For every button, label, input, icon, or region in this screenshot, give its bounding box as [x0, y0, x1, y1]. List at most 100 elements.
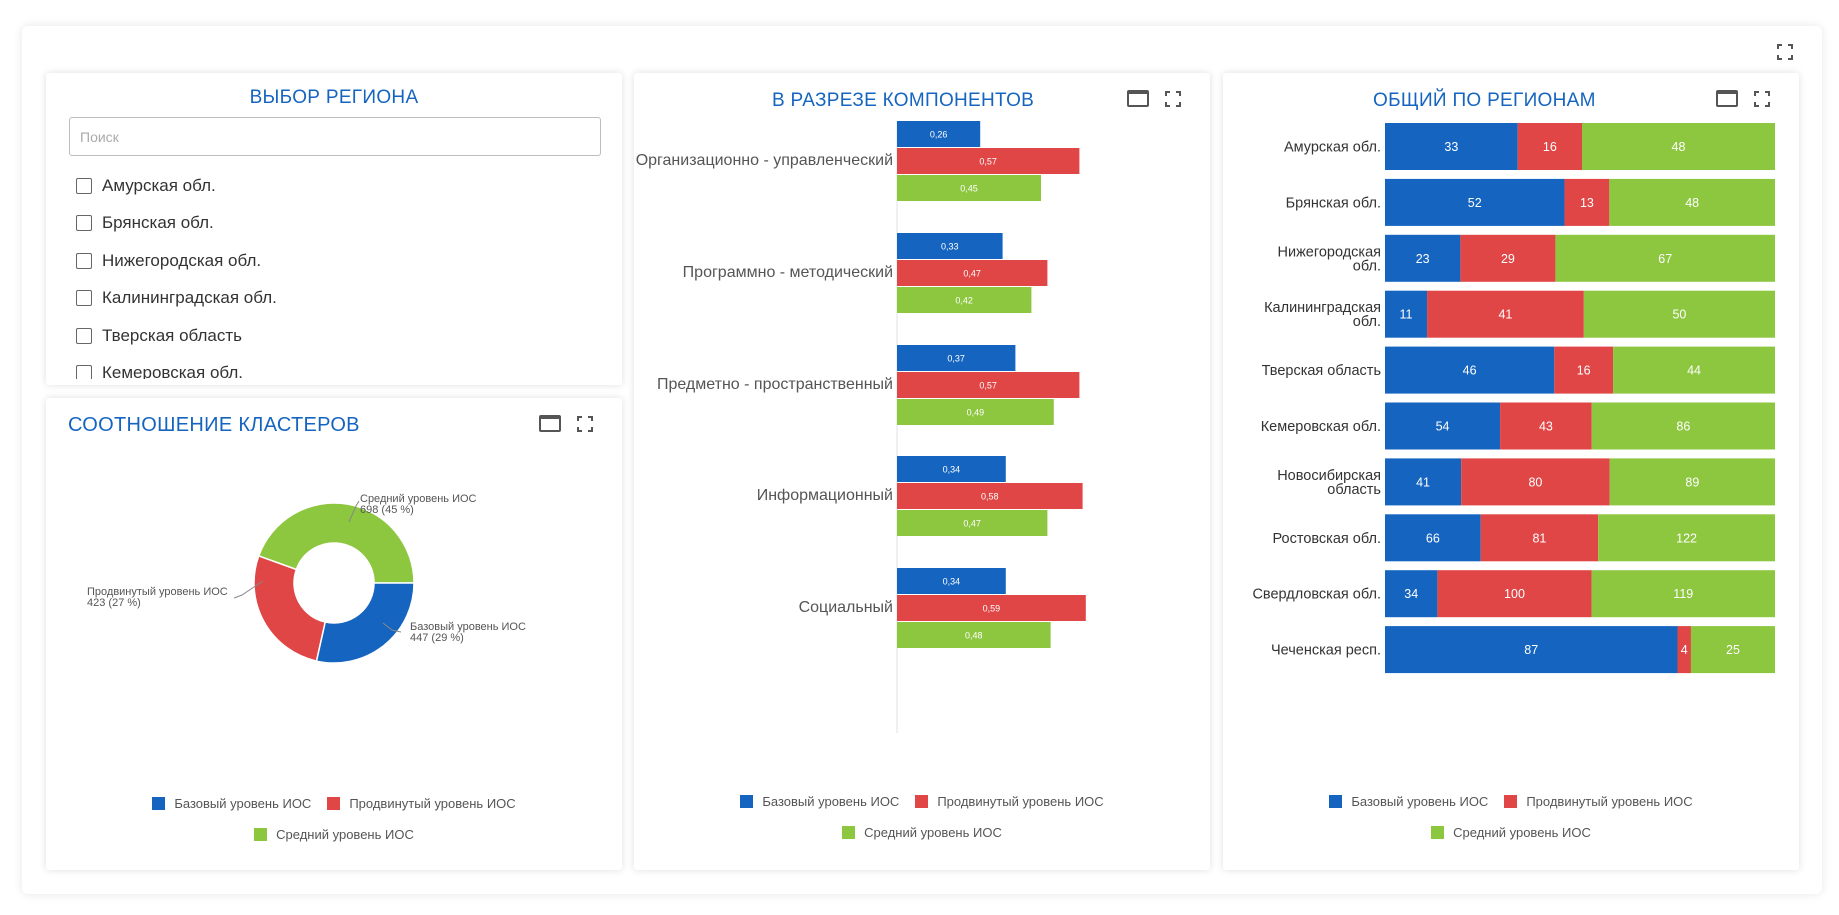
region-checkbox[interactable]	[76, 177, 92, 194]
region-list-item[interactable]: Брянская обл.	[76, 205, 596, 243]
region-label: Нижегородская обл.	[102, 250, 262, 270]
component-category-label: Организационно - управленческий	[636, 152, 893, 169]
region-category-label: Свердловская обл.	[1252, 587, 1381, 603]
region-bar-value: 52	[1468, 196, 1482, 210]
donut-label-base-value: 447 (29 %)	[410, 632, 464, 644]
component-category-label: Социальный	[799, 599, 893, 616]
component-bar-value: 0,48	[965, 631, 983, 641]
region-bar-value: 54	[1436, 420, 1450, 434]
dashboard-fullscreen-icon[interactable]	[1777, 44, 1793, 60]
component-bar-value: 0,33	[941, 242, 959, 252]
component-bar-value: 0,37	[947, 354, 965, 364]
donut-chart: Средний уровень ИОС 698 (45 %) Продвинут…	[87, 493, 526, 664]
region-bar-value: 33	[1444, 140, 1458, 154]
legend-item-advanced[interactable]: Продвинутый уровень ИОС	[327, 796, 516, 811]
region-bar-value: 4	[1681, 643, 1688, 657]
component-category-label: Предметно - пространственный	[657, 376, 893, 393]
region-checkbox[interactable]	[76, 252, 92, 269]
component-bar-value: 0,34	[943, 577, 961, 587]
legend-item-base[interactable]: Базовый уровень ИОС	[1329, 794, 1488, 809]
region-bar-value: 67	[1658, 252, 1672, 266]
region-list-item[interactable]: Кемеровская обл.	[76, 355, 596, 379]
region-checkbox[interactable]	[76, 327, 92, 344]
region-bar-value: 87	[1524, 643, 1538, 657]
component-category-label: Информационный	[757, 487, 893, 504]
region-category-label: Чеченская респ.	[1271, 643, 1381, 659]
region-category-label: обл.	[1353, 258, 1381, 274]
components-bar-chart: Организационно - управленческий 0,26 0,57 0…	[636, 121, 1086, 733]
region-bar-value: 66	[1426, 531, 1440, 545]
region-label: Брянская обл.	[102, 213, 214, 233]
cluster-ratio-panel: СООТНОШЕНИЕ КЛАСТЕРОВ Средний уровень ИО…	[46, 398, 622, 870]
region-bar-value: 89	[1685, 475, 1699, 489]
region-label: Калининградская обл.	[102, 288, 277, 308]
component-bar-value: 0,47	[963, 519, 981, 529]
cluster-legend: Базовый уровень ИОС Продвинутый уровень …	[46, 788, 622, 850]
region-bar-value: 48	[1672, 140, 1686, 154]
region-list[interactable]: Амурская обл. Брянская обл. Нижегородская …	[76, 167, 596, 379]
region-list-item[interactable]: Калининградская обл.	[76, 280, 596, 318]
donut-label-advanced-value: 423 (27 %)	[87, 597, 141, 609]
component-bar-value: 0,26	[930, 130, 948, 140]
region-list-item[interactable]: Нижегородская обл.	[76, 242, 596, 280]
region-bar-value: 122	[1676, 531, 1697, 545]
component-bar-value: 0,47	[963, 269, 981, 279]
region-bar-value: 25	[1726, 643, 1740, 657]
components-legend: Базовый уровень ИОС Продвинутый уровень …	[634, 786, 1210, 848]
fullscreen-icon[interactable]	[577, 415, 593, 432]
region-label: Амурская обл.	[102, 175, 216, 195]
region-bar-value: 80	[1528, 475, 1542, 489]
legend-item-base[interactable]: Базовый уровень ИОС	[740, 794, 899, 809]
component-bar-value: 0,49	[967, 408, 985, 418]
component-bar-value: 0,59	[983, 604, 1001, 614]
region-bar-value: 41	[1498, 308, 1512, 322]
region-category-label: Ростовская обл.	[1273, 531, 1382, 547]
regions-legend: Базовый уровень ИОС Продвинутый уровень …	[1223, 786, 1799, 848]
region-list-item[interactable]: Амурская обл.	[76, 167, 596, 205]
region-bar-value: 34	[1404, 587, 1418, 601]
legend-item-advanced[interactable]: Продвинутый уровень ИОС	[915, 794, 1104, 809]
component-bar-value: 0,57	[979, 381, 997, 391]
component-bar-value: 0,57	[979, 157, 997, 167]
legend-item-medium[interactable]: Средний уровень ИОС	[842, 825, 1002, 840]
region-bar-value: 11	[1400, 308, 1413, 322]
region-bar-value: 16	[1577, 364, 1591, 378]
cluster-ratio-title: СООТНОШЕНИЕ КЛАСТЕРОВ	[68, 414, 360, 436]
donut-label-medium-value: 698 (45 %)	[360, 504, 414, 516]
region-list-item[interactable]: Тверская область	[76, 317, 596, 355]
region-checkbox[interactable]	[76, 365, 92, 379]
region-search-input[interactable]	[69, 117, 601, 156]
component-bar-value: 0,45	[960, 184, 978, 194]
region-category-label: область	[1327, 482, 1381, 498]
region-bar-value: 46	[1463, 364, 1477, 378]
regions-stacked-chart: 33 16 48 Амурская обл. 52 13 48 Брянская обл. 23…	[1252, 123, 1775, 674]
region-bar-value: 29	[1501, 252, 1515, 266]
region-bar-value: 13	[1580, 196, 1594, 210]
legend-item-medium[interactable]: Средний уровень ИОС	[1431, 825, 1591, 840]
region-checkbox[interactable]	[76, 215, 92, 232]
region-bar-value: 119	[1673, 587, 1693, 601]
region-checkbox[interactable]	[76, 290, 92, 307]
region-bar-value: 44	[1687, 364, 1701, 378]
donut-slice-base[interactable]	[315, 582, 415, 664]
regions-panel: ОБЩИЙ ПО РЕГИОНАМ 33 16 48 Амурская обл. 52 1…	[1223, 73, 1799, 870]
region-select-title: ВЫБОР РЕГИОНА	[249, 87, 419, 108]
region-bar-value: 100	[1504, 587, 1525, 601]
components-panel: В РАЗРЕЗЕ КОМПОНЕНТОВ Организационно - у…	[634, 73, 1210, 870]
component-bar-value: 0,58	[981, 492, 999, 502]
component-bar-value: 0,42	[955, 296, 973, 306]
legend-item-medium[interactable]: Средний уровень ИОС	[254, 827, 414, 842]
legend-item-base[interactable]: Базовый уровень ИОС	[152, 796, 311, 811]
region-bar-value: 50	[1672, 308, 1686, 322]
region-bar-value: 41	[1416, 475, 1430, 489]
legend-item-advanced[interactable]: Продвинутый уровень ИОС	[1504, 794, 1693, 809]
region-category-label: обл.	[1353, 314, 1381, 330]
region-bar-value: 16	[1543, 140, 1557, 154]
region-bar-value: 81	[1532, 531, 1546, 545]
component-bar-value: 0,34	[943, 465, 961, 475]
window-icon[interactable]	[539, 415, 561, 432]
donut-slice-advanced[interactable]	[253, 555, 327, 662]
region-bar-value: 48	[1685, 196, 1699, 210]
region-bar-value: 86	[1676, 420, 1690, 434]
region-category-label: Брянская обл.	[1286, 195, 1381, 211]
